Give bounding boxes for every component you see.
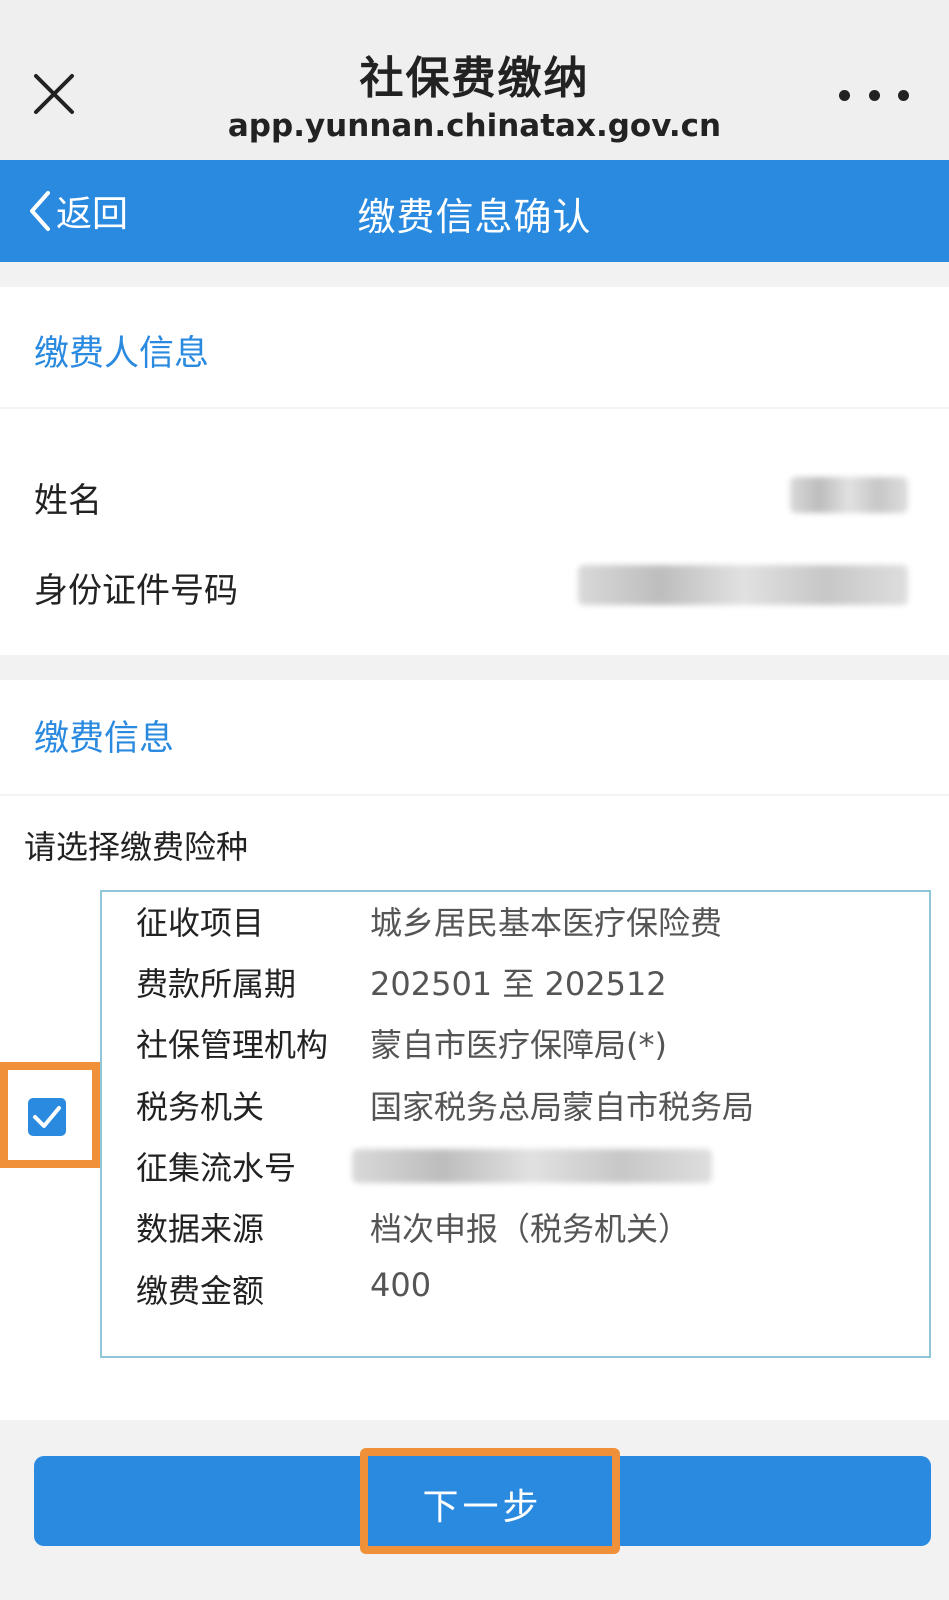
insurance-detail-card[interactable]: 征收项目 城乡居民基本医疗保险费 费款所属期 202501 至 202512 社… xyxy=(100,890,931,1358)
detail-value: 城乡居民基本医疗保险费 xyxy=(370,904,723,942)
payer-section-heading: 缴费人信息 xyxy=(34,334,210,374)
detail-value: 202501 至 202512 xyxy=(370,965,667,1003)
detail-row: 费款所属期 202501 至 202512 xyxy=(136,959,916,1009)
divider xyxy=(0,407,949,409)
detail-value: 蒙自市医疗保障局(*) xyxy=(370,1026,667,1064)
detail-key: 缴费金额 xyxy=(136,1272,265,1310)
detail-row: 征集流水号 xyxy=(136,1143,916,1193)
back-label: 返回 xyxy=(56,194,129,235)
detail-row: 社保管理机构 蒙自市医疗保障局(*) xyxy=(136,1020,916,1070)
detail-value: 档次申报（税务机关） xyxy=(370,1210,691,1248)
more-dot xyxy=(839,89,850,101)
more-dot xyxy=(898,89,909,101)
detail-key: 费款所属期 xyxy=(136,965,297,1003)
nav-title: 缴费信息确认 xyxy=(357,195,592,239)
detail-value: 400 xyxy=(370,1266,432,1304)
checkbox-highlight xyxy=(0,1062,100,1168)
detail-row: 税务机关 国家税务总局蒙自市税务局 xyxy=(136,1082,916,1132)
id-number-value-redacted xyxy=(578,565,908,605)
next-step-highlight xyxy=(360,1448,620,1554)
more-dot xyxy=(868,89,880,101)
nav-bar: 缴费信息确认 返回 xyxy=(0,160,949,262)
serial-number-redacted xyxy=(352,1149,712,1183)
detail-key: 社保管理机构 xyxy=(136,1026,329,1064)
check-icon xyxy=(33,1106,61,1128)
name-value-redacted xyxy=(790,477,908,513)
detail-row: 征收项目 城乡居民基本医疗保险费 xyxy=(136,898,916,948)
detail-row: 缴费金额 400 xyxy=(136,1266,916,1316)
back-button[interactable]: 返回 xyxy=(28,186,128,236)
payment-section-heading: 缴费信息 xyxy=(34,719,175,759)
name-label: 姓名 xyxy=(34,481,102,521)
divider xyxy=(0,794,949,796)
detail-key: 征集流水号 xyxy=(136,1149,297,1187)
browser-topbar: 社保费缴纳 app.yunnan.chinatax.gov.cn xyxy=(0,0,949,160)
payer-info-section: 缴费人信息 姓名 身份证件号码 xyxy=(0,287,949,655)
detail-row: 数据来源 档次申报（税务机关） xyxy=(136,1204,916,1254)
page: 社保费缴纳 app.yunnan.chinatax.gov.cn 缴费信息确认 … xyxy=(0,0,949,1600)
detail-value: 国家税务总局蒙自市税务局 xyxy=(370,1088,755,1126)
detail-key: 数据来源 xyxy=(136,1210,265,1248)
browser-title: 社保费缴纳 xyxy=(359,53,590,104)
more-icon[interactable] xyxy=(839,75,909,115)
detail-key: 税务机关 xyxy=(136,1088,265,1126)
browser-url: app.yunnan.chinatax.gov.cn xyxy=(227,108,722,144)
id-number-label: 身份证件号码 xyxy=(34,571,238,611)
detail-key: 征收项目 xyxy=(136,904,265,942)
insurance-checkbox[interactable] xyxy=(28,1098,66,1136)
select-insurance-prompt: 请选择缴费险种 xyxy=(24,828,249,866)
chevron-left-icon xyxy=(30,191,50,231)
